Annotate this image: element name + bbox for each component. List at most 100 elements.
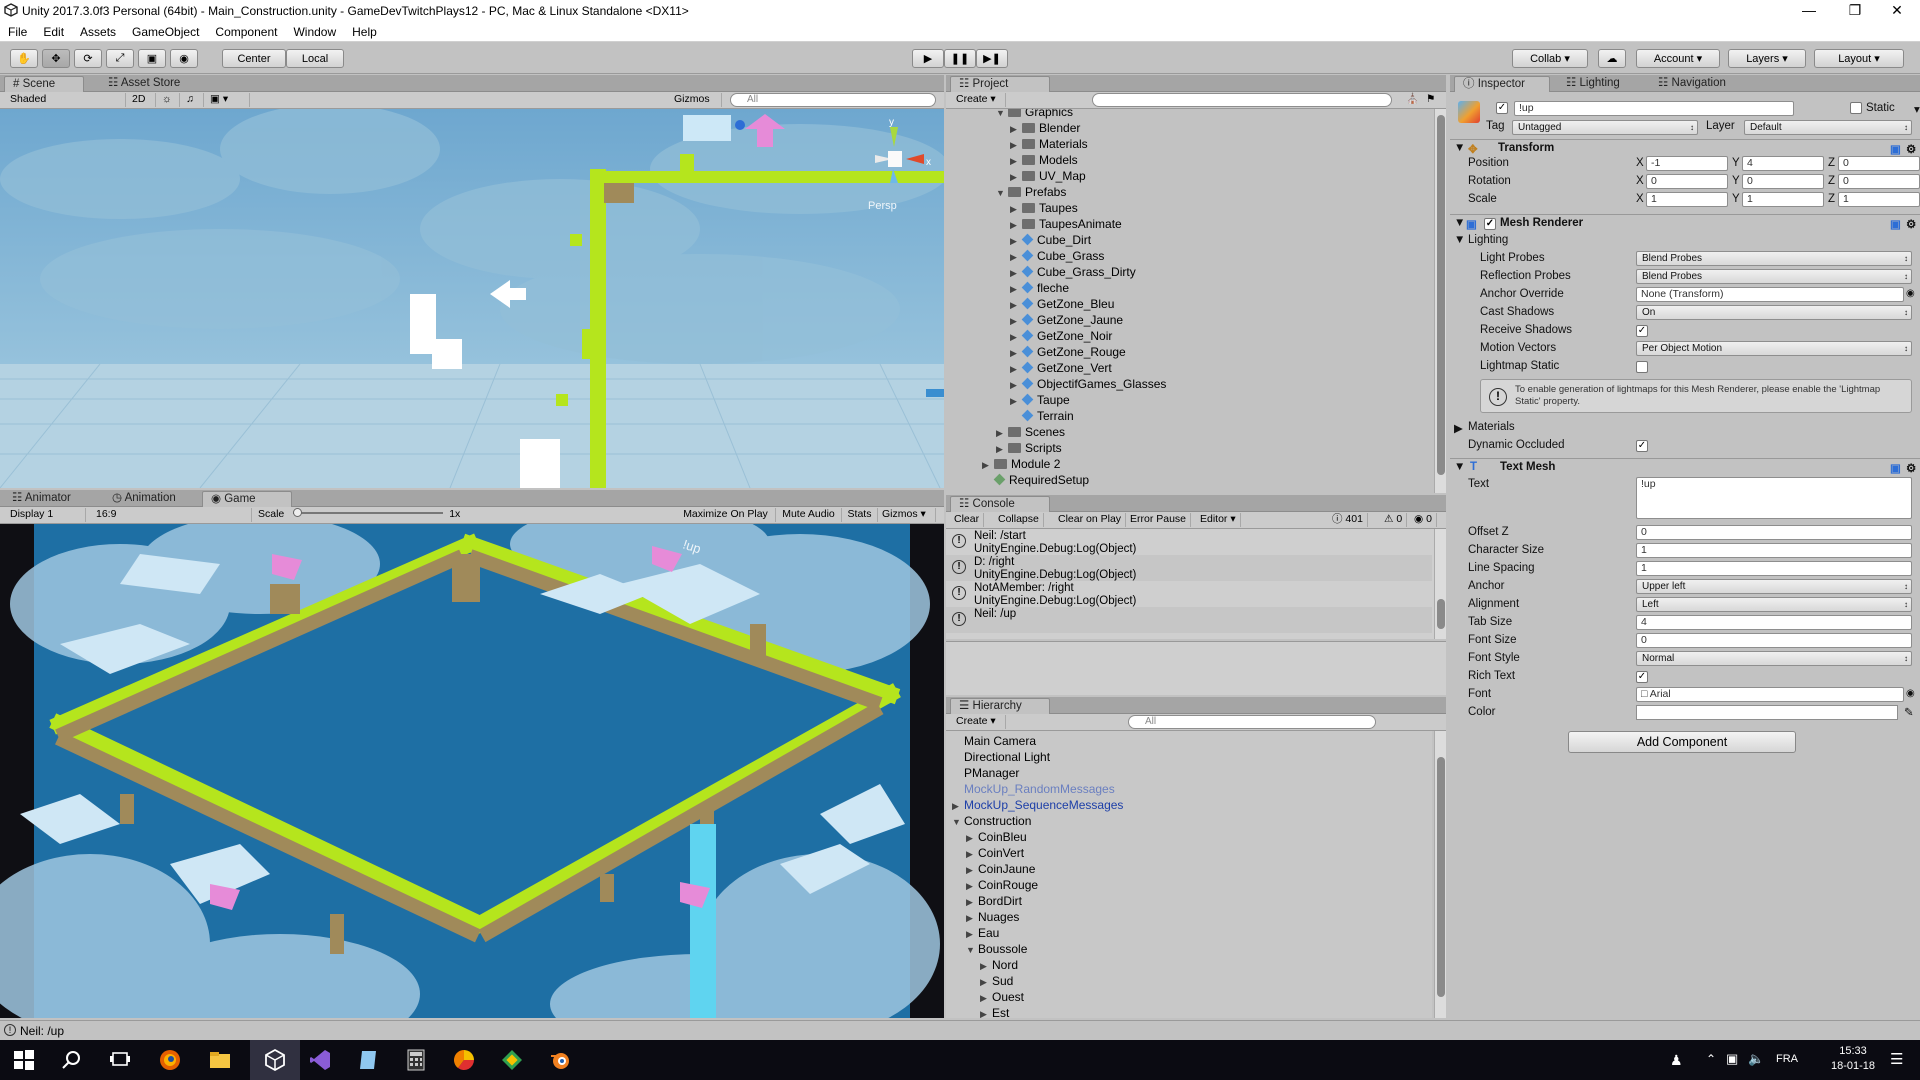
- gameobject-icon[interactable]: [1458, 101, 1480, 123]
- collapsed-arrow-icon[interactable]: ▶: [1010, 201, 1022, 217]
- collapsed-arrow-icon[interactable]: ▶: [952, 798, 964, 814]
- mesh-renderer-help-icon[interactable]: ▣: [1890, 217, 1901, 231]
- filter-label-icon[interactable]: ⚑: [1422, 93, 1440, 107]
- collapsed-arrow-icon[interactable]: ▶: [1010, 169, 1022, 185]
- project-item[interactable]: ▶ UV_Map: [1010, 168, 1086, 184]
- project-item[interactable]: ▼ Prefabs: [996, 184, 1066, 200]
- collapsed-arrow-icon[interactable]: ▶: [980, 990, 992, 1006]
- transform-x-field[interactable]: 1: [1646, 192, 1728, 207]
- close-button[interactable]: ✕: [1874, 0, 1920, 22]
- transform-tool-icon[interactable]: ◉: [170, 49, 198, 68]
- text-mesh-fold-icon[interactable]: ▼: [1454, 461, 1465, 473]
- project-search-input[interactable]: [1092, 93, 1392, 107]
- expanded-arrow-icon[interactable]: ▼: [966, 942, 978, 958]
- collapsed-arrow-icon[interactable]: ▶: [1010, 297, 1022, 313]
- cast-shadows-dropdown[interactable]: On: [1636, 305, 1912, 320]
- toggle-2d-button[interactable]: 2D: [128, 93, 156, 107]
- console-clear-button[interactable]: Clear: [950, 513, 985, 527]
- reflection-probes-dropdown[interactable]: Blend Probes: [1636, 269, 1912, 284]
- network-icon[interactable]: ▣: [1726, 1051, 1738, 1067]
- hierarchy-item[interactable]: ▶ Est: [980, 1005, 1009, 1018]
- transform-header[interactable]: ▼ ✥ Transform ▣ ⚙: [1450, 139, 1920, 157]
- collapsed-arrow-icon[interactable]: ▶: [1010, 377, 1022, 393]
- transform-x-field[interactable]: -1: [1646, 156, 1728, 171]
- project-item[interactable]: ▶ Taupes: [1010, 200, 1078, 216]
- firefox-icon[interactable]: [158, 1048, 182, 1072]
- eyedropper-icon[interactable]: ✎: [1904, 705, 1914, 719]
- collapsed-arrow-icon[interactable]: ▶: [1010, 233, 1022, 249]
- scale-handle[interactable]: [293, 508, 303, 517]
- gameobject-name-field[interactable]: !up: [1514, 101, 1794, 116]
- hierarchy-item[interactable]: ▶ CoinBleu: [966, 829, 1027, 845]
- hierarchy-item[interactable]: ▶ Nord: [980, 957, 1018, 973]
- scene-effects-icon[interactable]: ▣ ▾: [206, 93, 250, 107]
- font-style-dropdown[interactable]: Normal: [1636, 651, 1912, 666]
- collapsed-arrow-icon[interactable]: ▶: [966, 830, 978, 846]
- maximize-on-play-button[interactable]: Maximize On Play: [676, 508, 776, 522]
- alignment-dropdown[interactable]: Left: [1636, 597, 1912, 612]
- collapsed-arrow-icon[interactable]: ▶: [1010, 153, 1022, 169]
- receive-shadows-checkbox[interactable]: ✓: [1636, 325, 1648, 337]
- offset-z-field[interactable]: 0: [1636, 525, 1912, 540]
- menu-edit[interactable]: Edit: [35, 25, 72, 39]
- text-mesh-help-icon[interactable]: ▣: [1890, 461, 1901, 475]
- console-scroll-thumb[interactable]: [1437, 599, 1445, 629]
- console-clear-on-play-button[interactable]: Clear on Play: [1054, 513, 1127, 527]
- status-bar[interactable]: ! Neil: /up: [0, 1020, 1920, 1040]
- hierarchy-item[interactable]: ▶ Nuages: [966, 909, 1019, 925]
- tab-asset-store[interactable]: ☷ Asset Store: [100, 76, 188, 92]
- layer-dropdown[interactable]: Default: [1744, 120, 1912, 135]
- font-field[interactable]: □ Arial: [1636, 687, 1904, 702]
- project-item[interactable]: ▶ Cube_Grass: [1010, 248, 1104, 264]
- move-tool-icon[interactable]: ✥: [42, 49, 70, 68]
- tab-hierarchy[interactable]: ☰ Hierarchy: [950, 698, 1050, 714]
- project-item[interactable]: ▶ TaupesAnimate: [1010, 216, 1122, 232]
- hierarchy-item[interactable]: ▶ Eau: [966, 925, 999, 941]
- console-entry[interactable]: ! D: /right UnityEngine.Debug:Log(Object): [946, 555, 1432, 581]
- minimize-button[interactable]: —: [1786, 0, 1832, 22]
- hierarchy-item[interactable]: ▶ CoinVert: [966, 845, 1024, 861]
- collapsed-arrow-icon[interactable]: ▶: [966, 878, 978, 894]
- tag-dropdown[interactable]: Untagged: [1512, 120, 1698, 135]
- collapsed-arrow-icon[interactable]: ▶: [996, 425, 1008, 441]
- project-create-dropdown[interactable]: Create ▾: [952, 93, 1006, 107]
- menu-help[interactable]: Help: [344, 25, 385, 39]
- maximize-button[interactable]: ❐: [1832, 0, 1878, 22]
- game-gizmos-dropdown[interactable]: Gizmos ▾: [878, 508, 936, 522]
- project-item[interactable]: ▶ Models: [1010, 152, 1078, 168]
- motion-vectors-dropdown[interactable]: Per Object Motion: [1636, 341, 1912, 356]
- filter-type-icon[interactable]: ⛪: [1402, 93, 1420, 107]
- hierarchy-search-input[interactable]: All: [1128, 715, 1376, 729]
- collapsed-arrow-icon[interactable]: ▶: [980, 974, 992, 990]
- calculator-icon[interactable]: [404, 1048, 428, 1072]
- task-view-icon[interactable]: [108, 1048, 132, 1072]
- mesh-renderer-enabled-checkbox[interactable]: ✓: [1484, 218, 1496, 230]
- file-explorer-icon[interactable]: [208, 1048, 232, 1072]
- expanded-arrow-icon[interactable]: ▼: [996, 109, 1008, 121]
- transform-y-field[interactable]: 1: [1742, 192, 1824, 207]
- console-warning-filter[interactable]: ⓘ 401: [1328, 513, 1368, 527]
- font-picker-icon[interactable]: ◉: [1906, 688, 1915, 699]
- collapsed-arrow-icon[interactable]: ▶: [1010, 361, 1022, 377]
- project-item[interactable]: ▶ Materials: [1010, 136, 1088, 152]
- scene-gizmos-dropdown[interactable]: Gizmos ▾: [670, 93, 722, 118]
- menu-gameobject[interactable]: GameObject: [124, 25, 207, 39]
- project-item[interactable]: ▶ fleche: [1010, 280, 1069, 296]
- project-scroll-thumb[interactable]: [1437, 115, 1445, 475]
- clock[interactable]: 15:33 18-01-18: [1820, 1044, 1886, 1074]
- scene-search-input[interactable]: All: [730, 93, 936, 107]
- rotate-tool-icon[interactable]: ⟳: [74, 49, 102, 68]
- hierarchy-item[interactable]: Main Camera: [964, 733, 1036, 749]
- hierarchy-item[interactable]: ▶ MockUp_SequenceMessages: [952, 797, 1123, 813]
- project-item[interactable]: ▶ Scripts: [996, 440, 1062, 456]
- project-scrollbar[interactable]: [1434, 109, 1446, 493]
- scene-viewport[interactable]: y x Persp: [0, 109, 944, 488]
- collapsed-arrow-icon[interactable]: ▶: [966, 862, 978, 878]
- transform-y-field[interactable]: 4: [1742, 156, 1824, 171]
- pause-button[interactable]: ❚❚: [944, 49, 976, 68]
- collapsed-arrow-icon[interactable]: ▶: [1010, 265, 1022, 281]
- hierarchy-item[interactable]: ▼ Construction: [952, 813, 1031, 829]
- scene-audio-icon[interactable]: ♫: [182, 93, 204, 107]
- project-item[interactable]: ▶ GetZone_Rouge: [1010, 344, 1126, 360]
- text-mesh-header[interactable]: ▼ T Text Mesh ▣ ⚙: [1450, 458, 1920, 476]
